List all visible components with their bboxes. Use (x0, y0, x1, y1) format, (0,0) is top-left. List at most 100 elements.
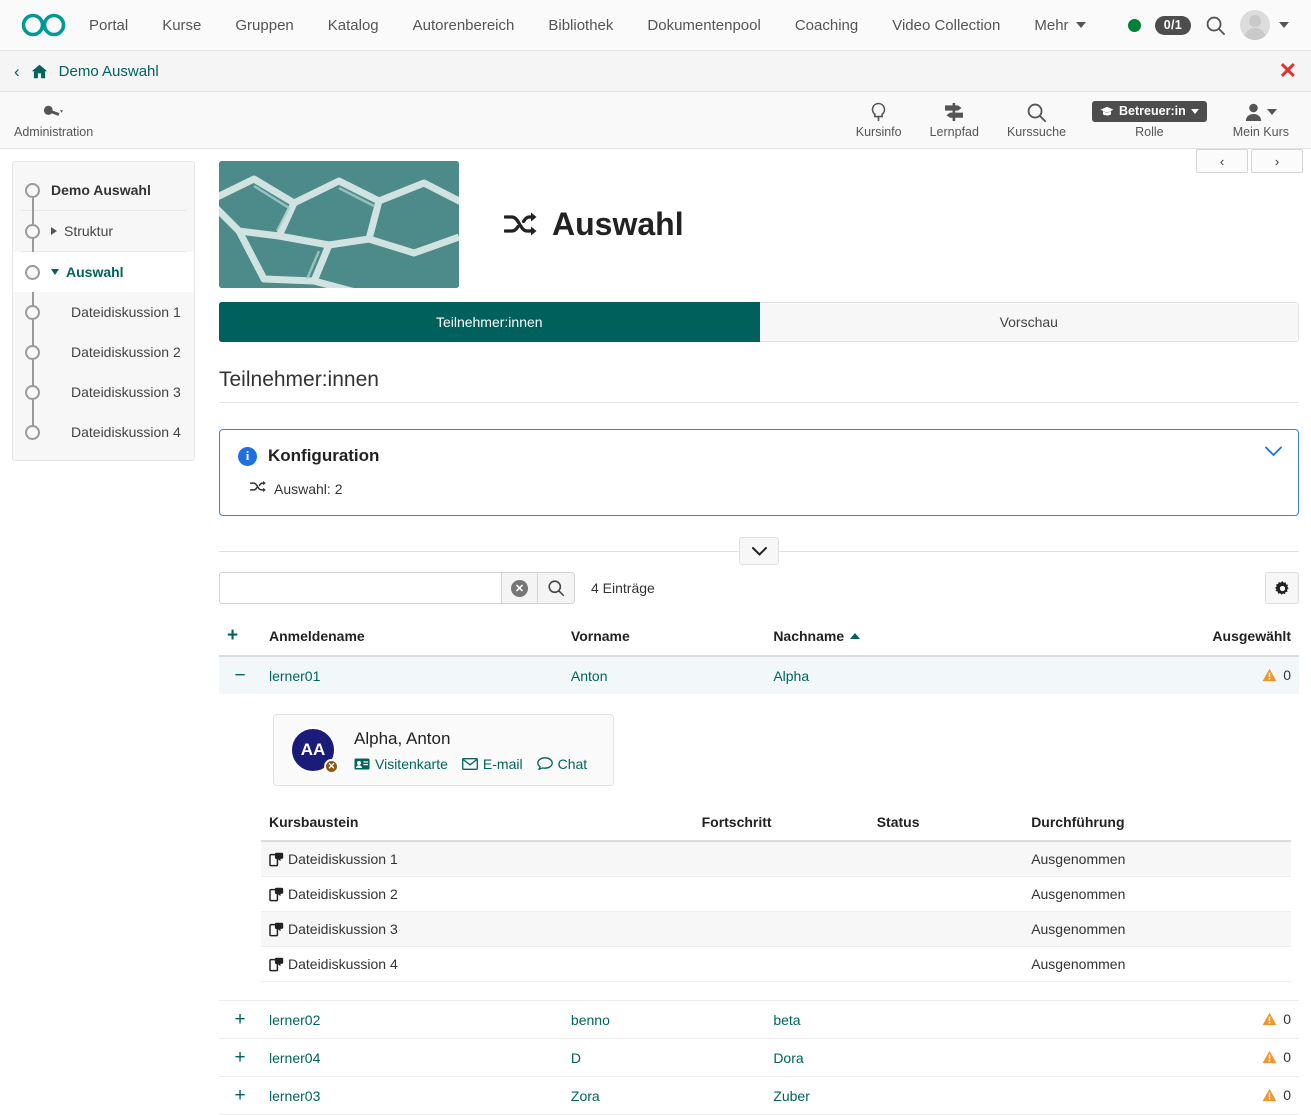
sidebar-item-label: Dateidiskussion 1 (71, 304, 181, 320)
sidebar-item-dateidiskussion-1[interactable]: Dateidiskussion 1 (13, 292, 194, 332)
file-discussion-icon (269, 957, 284, 972)
search-icon[interactable] (1205, 15, 1226, 36)
course-elements-table: Kursbaustein Fortschritt Status Durchfüh… (261, 808, 1291, 982)
close-icon[interactable]: ✕ (1279, 60, 1297, 82)
table-row[interactable]: + lerner04 D Dora 0 (219, 1039, 1299, 1077)
cell-nachname[interactable]: Alpha (765, 656, 1043, 694)
expand-row-icon[interactable]: + (234, 1010, 245, 1029)
page-content: Demo Auswahl Struktur Auswahl D (0, 149, 1311, 1115)
sidebar-item-auswahl[interactable]: Auswahl (13, 252, 194, 292)
expand-row-icon[interactable]: + (234, 1048, 245, 1067)
pager-prev-button[interactable]: ‹ (1196, 149, 1248, 173)
cell-anmeldename[interactable]: lerner04 (261, 1039, 563, 1077)
chat-link[interactable]: Chat (537, 756, 588, 772)
nav-item-katalog[interactable]: Katalog (311, 0, 396, 51)
cell-nachname[interactable]: Zuber (765, 1077, 1043, 1115)
cell-durchfuehrung[interactable]: Ausgenommen (1023, 877, 1291, 912)
nav-item-kurse[interactable]: Kurse (145, 0, 218, 51)
cell-durchfuehrung[interactable]: Ausgenommen (1023, 912, 1291, 947)
table-row[interactable]: + lerner02 benno beta 0 (219, 1001, 1299, 1039)
user-name: Alpha, Anton (354, 729, 587, 749)
lernpfad-button[interactable]: Lernpfad (916, 92, 993, 148)
cell-nachname[interactable]: beta (765, 1001, 1043, 1039)
expand-row-icon[interactable]: + (234, 1086, 245, 1105)
sidebar-item-dateidiskussion-3[interactable]: Dateidiskussion 3 (13, 372, 194, 412)
chevron-right-icon[interactable] (51, 227, 57, 235)
collapse-row-icon[interactable]: − (234, 666, 245, 685)
cell-durchfuehrung[interactable]: Ausgenommen (1023, 841, 1291, 877)
row-toggle-cell[interactable]: + (219, 1039, 261, 1077)
column-ausgewaehlt[interactable]: Ausgewählt (1043, 620, 1299, 656)
task-count-badge[interactable]: 0/1 (1155, 16, 1191, 35)
nav-item-dokumentenpool[interactable]: Dokumentenpool (630, 0, 777, 51)
tab-vorschau[interactable]: Vorschau (760, 302, 1300, 342)
cell-vorname[interactable]: benno (563, 1001, 765, 1039)
home-icon[interactable] (31, 64, 48, 79)
table-row[interactable]: + lerner03 Zora Zuber 0 (219, 1077, 1299, 1115)
course-toolbar: Administration Kursinfo Lernpfad (0, 92, 1311, 149)
cell-kursbaustein: Dateidiskussion 3 (261, 912, 694, 947)
mein-kurs-button[interactable]: Mein Kurs (1219, 92, 1311, 148)
row-toggle-cell[interactable]: − (219, 656, 261, 694)
cell-kursbaustein: Dateidiskussion 4 (261, 947, 694, 982)
nav-item-mehr[interactable]: Mehr (1017, 0, 1102, 51)
chevron-down-icon[interactable] (1265, 444, 1282, 460)
expand-all-icon[interactable]: + (227, 626, 238, 645)
konfiguration-header: i Konfiguration (238, 446, 1280, 466)
cell-vorname[interactable]: D (563, 1039, 765, 1077)
info-circle-icon: i (238, 447, 257, 466)
column-status: Status (869, 808, 1024, 841)
search-button[interactable] (538, 572, 575, 604)
nav-item-bibliothek[interactable]: Bibliothek (531, 0, 630, 51)
cell-anmeldename[interactable]: lerner01 (261, 656, 563, 694)
user-menu[interactable] (1240, 10, 1289, 40)
cell-vorname[interactable]: Anton (563, 656, 765, 694)
kurssuche-button[interactable]: Kurssuche (993, 92, 1080, 148)
search-icon (547, 579, 565, 597)
row-toggle-cell[interactable]: + (219, 1077, 261, 1115)
breadcrumb-title[interactable]: Demo Auswahl (59, 63, 159, 80)
sidebar-item-struktur[interactable]: Struktur (13, 211, 194, 251)
nav-item-autorenbereich[interactable]: Autorenbereich (396, 0, 532, 51)
cell-anmeldename[interactable]: lerner02 (261, 1001, 563, 1039)
clear-search-button[interactable]: ✕ (501, 572, 538, 604)
column-kursbaustein: Kursbaustein (261, 808, 694, 841)
cell-kursbaustein: Dateidiskussion 1 (261, 841, 694, 877)
role-pill[interactable]: Betreuer:in (1092, 101, 1207, 122)
nav-item-coaching[interactable]: Coaching (778, 0, 875, 51)
warning-triangle-icon (1262, 668, 1277, 682)
kursinfo-button[interactable]: Kursinfo (842, 92, 916, 148)
collapse-toggle-button[interactable] (739, 537, 779, 565)
sidebar-item-dateidiskussion-2[interactable]: Dateidiskussion 2 (13, 332, 194, 372)
cell-nachname[interactable]: Dora (765, 1039, 1043, 1077)
wrench-icon (41, 101, 67, 123)
cell-durchfuehrung[interactable]: Ausgenommen (1023, 947, 1291, 982)
entries-count: 4 Einträge (591, 580, 655, 596)
role-switcher[interactable]: Betreuer:in Rolle (1080, 92, 1219, 148)
konfiguration-auswahl-text: Auswahl: 2 (274, 481, 342, 497)
pager-next-button[interactable]: › (1251, 149, 1303, 173)
back-icon[interactable]: ‹ (14, 63, 20, 80)
nav-item-video-collection[interactable]: Video Collection (875, 0, 1017, 51)
row-toggle-cell[interactable]: + (219, 1001, 261, 1039)
table-row[interactable]: − lerner01 Anton Alpha 0 (219, 656, 1299, 694)
lightbulb-icon (869, 101, 888, 123)
cell-vorname[interactable]: Zora (563, 1077, 765, 1115)
search-input[interactable] (219, 572, 501, 604)
administration-button[interactable]: Administration (0, 92, 107, 148)
nav-item-gruppen[interactable]: Gruppen (218, 0, 310, 51)
sidebar-item-dateidiskussion-4[interactable]: Dateidiskussion 4 (13, 412, 194, 452)
visitenkarte-link[interactable]: Visitenkarte (354, 756, 448, 772)
table-header-row: + Anmeldename Vorname Nachname Ausgewähl… (219, 620, 1299, 656)
nav-item-portal[interactable]: Portal (72, 0, 145, 51)
column-anmeldename[interactable]: Anmeldename (261, 620, 563, 656)
tab-teilnehmer[interactable]: Teilnehmer:innen (219, 302, 760, 342)
sidebar-item-demo-auswahl[interactable]: Demo Auswahl (13, 170, 194, 210)
cell-anmeldename[interactable]: lerner03 (261, 1077, 563, 1115)
table-settings-button[interactable] (1265, 572, 1299, 604)
chevron-down-icon[interactable] (51, 269, 59, 275)
email-link[interactable]: E-mail (462, 756, 523, 772)
column-nachname[interactable]: Nachname (765, 620, 1043, 656)
brand-logo[interactable] (16, 12, 72, 38)
column-vorname[interactable]: Vorname (563, 620, 765, 656)
